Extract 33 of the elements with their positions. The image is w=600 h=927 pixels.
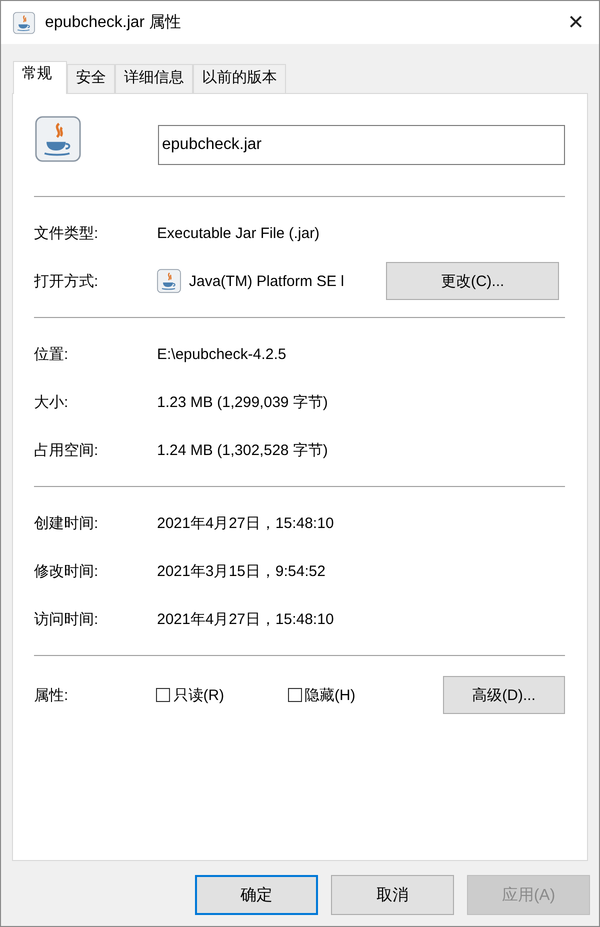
field-label: 文件类型: — [34, 224, 100, 242]
java-file-icon — [157, 269, 181, 293]
field-label: 修改时间: — [34, 562, 100, 580]
advanced-button[interactable]: 高级(D)... — [442, 676, 565, 714]
checkbox[interactable]: 隐藏(H) — [288, 686, 441, 704]
field-label: 创建时间: — [34, 514, 100, 532]
field-label: 大小: — [34, 392, 70, 412]
java-file-icon — [35, 116, 81, 162]
dialog-button[interactable]: 确定 — [195, 875, 318, 915]
field-value: Java(TM) Platform SE l — [189, 272, 346, 290]
field-label: 占用空间: — [34, 440, 100, 460]
field-label: 访问时间: — [34, 610, 100, 628]
java-file-icon — [13, 12, 35, 34]
field-value: Executable Jar File (.jar) — [157, 224, 321, 242]
field-value: 2021年4月27日，15:48:10 — [157, 514, 335, 532]
window-title: epubcheck.jar 属性 — [45, 13, 182, 33]
field-value: 1.23 MB (1,299,039 字节) — [157, 392, 329, 412]
dialog-button[interactable]: 取消 — [331, 875, 454, 915]
field-value: 2021年3月15日，9:54:52 — [157, 562, 326, 580]
field-label: 打开方式: — [34, 272, 100, 290]
field-label: 属性: — [34, 686, 70, 704]
field-value: 2021年4月27日，15:48:10 — [157, 610, 335, 628]
tab[interactable]: 以前的版本 — [193, 64, 286, 93]
close-button[interactable]: ✕ — [553, 10, 599, 35]
checkbox[interactable]: 只读(R) — [156, 686, 288, 704]
tab[interactable]: 安全 — [67, 64, 115, 93]
tab[interactable]: 详细信息 — [115, 64, 193, 93]
field-label: 位置: — [34, 344, 70, 364]
tab[interactable]: 常规 — [13, 61, 67, 94]
file-name-field[interactable]: epubcheck.jar — [158, 125, 565, 165]
change-button[interactable]: 更改(C)... — [386, 262, 559, 300]
field-value: E:\epubcheck-4.2.5 — [157, 346, 288, 362]
field-value: 1.24 MB (1,302,528 字节) — [157, 440, 329, 460]
